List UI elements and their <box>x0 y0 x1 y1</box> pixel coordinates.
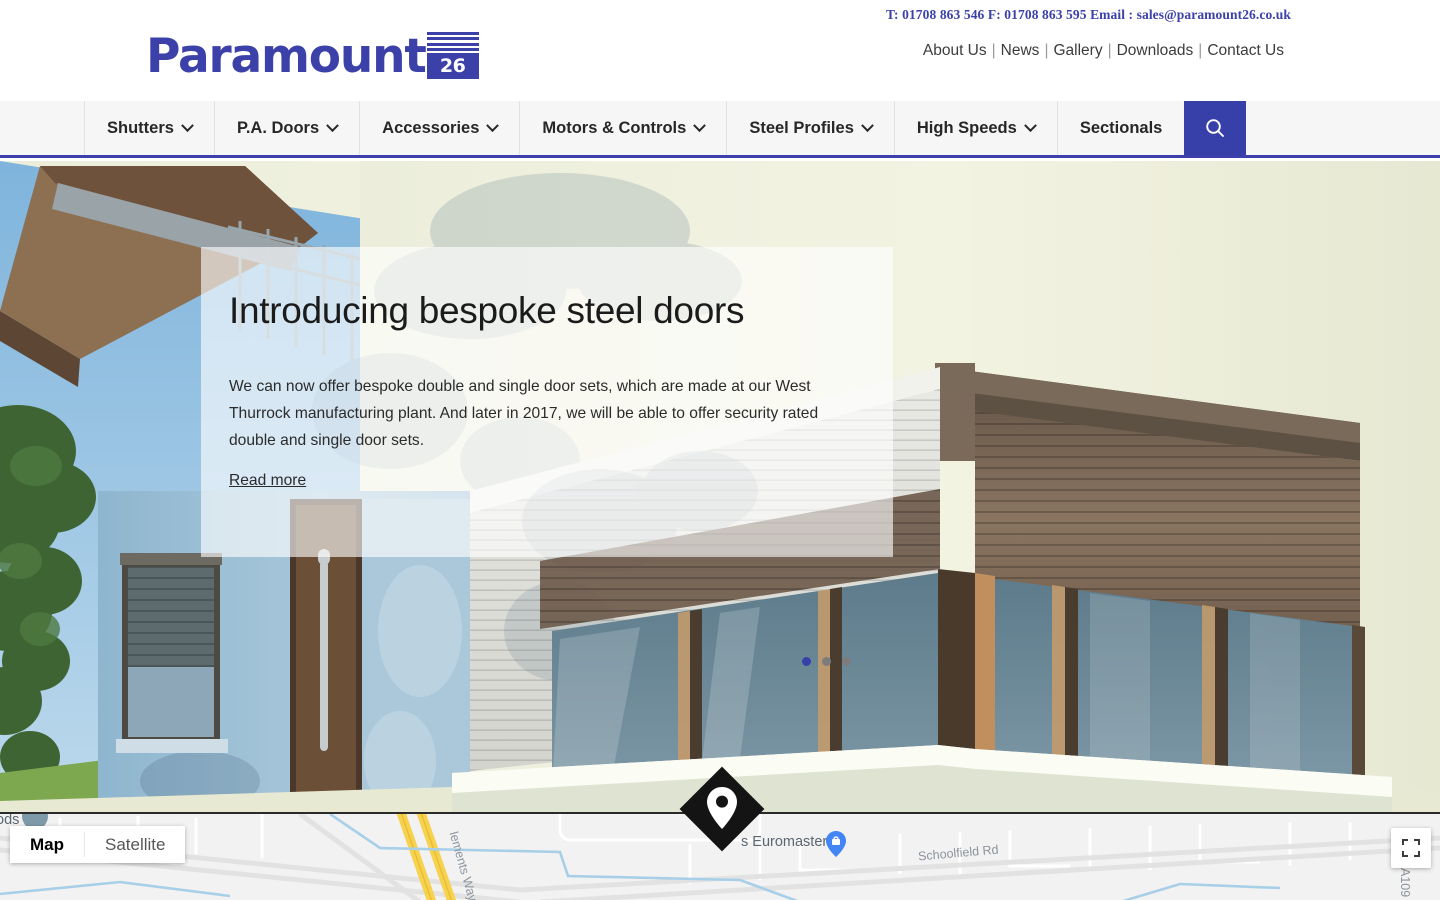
nav-item-label: Shutters <box>107 118 174 137</box>
hero-carousel: Introducing bespoke steel doors We can n… <box>0 161 1440 812</box>
nav-item-motors-and-controls[interactable]: Motors & Controls <box>519 101 727 155</box>
nav-item-pa-doors[interactable]: P.A. Doors <box>213 101 360 155</box>
nav-item-sectionals[interactable]: Sectionals <box>1056 101 1185 155</box>
nav-item-label: Steel Profiles <box>749 118 854 137</box>
nav-item-accessories[interactable]: Accessories <box>359 101 520 155</box>
site-header: T: 01708 863 546 F: 01708 863 595 Email … <box>0 0 1440 94</box>
contact-info: T: 01708 863 546 F: 01708 863 595 Email … <box>885 7 1291 22</box>
logo-wordmark: Paramount <box>146 29 427 84</box>
nav-item-label: P.A. Doors <box>236 118 320 137</box>
search-button[interactable] <box>1184 101 1247 155</box>
euromaster-poi-icon[interactable] <box>826 831 846 857</box>
nav-item-label: Accessories <box>382 118 480 137</box>
utility-nav: About Us | News | Gallery | Downloads | Contact … <box>923 42 1284 60</box>
carousel-pagination <box>802 657 851 666</box>
nav-item-shutters[interactable]: Shutters <box>84 101 214 155</box>
chevron-down-icon <box>861 118 874 132</box>
utility-nav-item-about-us[interactable]: About Us <box>923 42 987 59</box>
map-type-button-map[interactable]: Map <box>10 826 84 863</box>
nav-item-label: High Speeds <box>916 118 1017 137</box>
chevron-down-icon <box>486 118 500 132</box>
nav-item-high-speeds[interactable]: High Speeds <box>893 101 1057 155</box>
site-logo[interactable]: Paramount 26 <box>146 26 479 80</box>
map-label-a109: A109 <box>1398 868 1412 898</box>
main-navigation: Shutters P.A. Doors Accessories Motors &… <box>0 101 1440 158</box>
chevron-down-icon <box>693 118 707 132</box>
utility-nav-separator-4: | <box>1198 42 1203 59</box>
utility-nav-separator-1: | <box>991 42 996 59</box>
hero-read-more-link[interactable]: Read more <box>229 472 306 490</box>
location-map[interactable]: ods s Euromaster Schoolfield Rd lements … <box>0 812 1440 900</box>
utility-nav-separator-2: | <box>1044 42 1049 59</box>
utility-nav-item-contact-us[interactable]: Contact Us <box>1207 42 1284 59</box>
chevron-down-icon <box>326 118 340 132</box>
chevron-down-icon <box>1023 118 1037 132</box>
carousel-dot-1[interactable] <box>802 657 811 666</box>
carousel-dot-2[interactable] <box>822 657 831 666</box>
hero-description: We can now offer bespoke double and sing… <box>229 378 819 449</box>
nav-item-steel-profiles[interactable]: Steel Profiles <box>726 101 894 155</box>
nav-item-label: Motors & Controls <box>542 118 687 137</box>
utility-nav-separator-3: | <box>1107 42 1112 59</box>
logo-badge-number: 26 <box>426 53 479 79</box>
hero-text-panel: Introducing bespoke steel doors We can n… <box>201 247 893 557</box>
logo-stripes-icon <box>426 32 479 51</box>
carousel-dot-3[interactable] <box>842 657 851 666</box>
chevron-down-icon <box>181 118 194 132</box>
map-type-control: Map Satellite <box>10 826 186 863</box>
logo-badge: 26 <box>426 32 479 79</box>
utility-nav-item-gallery[interactable]: Gallery <box>1053 42 1102 59</box>
utility-nav-item-news[interactable]: News <box>1001 42 1040 59</box>
nav-item-label: Sectionals <box>1079 118 1163 137</box>
utility-nav-item-downloads[interactable]: Downloads <box>1117 42 1194 59</box>
search-icon <box>1206 119 1225 137</box>
map-tiles <box>0 814 1440 900</box>
map-fullscreen-button[interactable] <box>1391 828 1431 868</box>
map-type-button-satellite[interactable]: Satellite <box>85 826 186 863</box>
fullscreen-icon <box>1402 839 1420 857</box>
map-label-euromaster: s Euromaster <box>741 834 828 850</box>
hero-title: Introducing bespoke steel doors <box>229 290 745 331</box>
nav-left-spacer <box>0 101 84 155</box>
